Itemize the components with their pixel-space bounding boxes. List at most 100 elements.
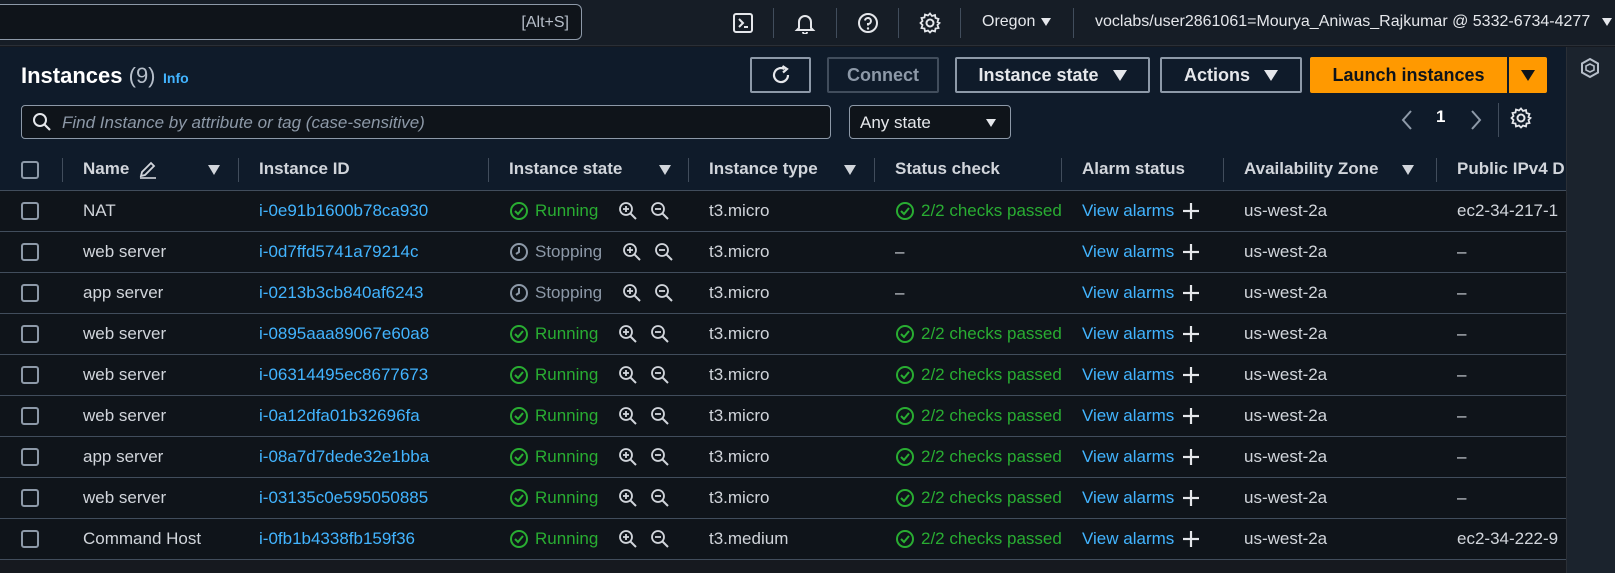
zoom-in-icon[interactable] [622, 283, 642, 303]
instance-id-link[interactable]: i-08a7d7dede32e1bba [239, 436, 489, 478]
zoom-out-icon[interactable] [650, 529, 670, 549]
table-row[interactable]: web server i-0d7ffd5741a79214c Stopping t3.… [0, 231, 1566, 273]
table-row[interactable]: app server i-08a7d7dede32e1bba Running t3.m… [0, 436, 1566, 478]
column-header-public-ipv4[interactable]: Public IPv4 D [1437, 149, 1566, 191]
view-alarms-link[interactable]: View alarms [1082, 365, 1174, 385]
row-checkbox[interactable] [21, 489, 39, 508]
instance-id-link[interactable]: i-0a12dfa01b32696fa [239, 395, 489, 437]
instance-id-link[interactable]: i-06314495ec8677673 [239, 354, 489, 396]
region-selector[interactable]: Oregon [982, 13, 1052, 31]
actions-button[interactable]: Actions [1160, 57, 1302, 93]
add-alarm-plus-icon[interactable] [1182, 243, 1200, 261]
zoom-in-icon[interactable] [618, 447, 638, 467]
row-checkbox[interactable] [21, 530, 39, 549]
add-alarm-plus-icon[interactable] [1182, 530, 1200, 548]
row-checkbox[interactable] [21, 448, 39, 467]
launch-options-dropdown[interactable] [1509, 57, 1547, 93]
sort-icon[interactable] [844, 165, 856, 175]
zoom-out-icon[interactable] [654, 283, 674, 303]
sort-icon[interactable] [1402, 165, 1414, 175]
add-alarm-plus-icon[interactable] [1182, 366, 1200, 384]
launch-instances-button[interactable]: Launch instances [1310, 57, 1507, 93]
view-alarms-link[interactable]: View alarms [1082, 488, 1174, 508]
column-header-alarm-status[interactable]: Alarm status [1062, 149, 1224, 191]
alarm-status-cell: View alarms [1062, 477, 1224, 519]
table-row[interactable]: Command Host i-0fb1b4338fb159f36 Running t3… [0, 518, 1566, 560]
instance-id-link[interactable]: i-0895aaa89067e60a8 [239, 313, 489, 355]
row-checkbox[interactable] [21, 243, 39, 262]
instance-id-link[interactable]: i-0fb1b4338fb159f36 [239, 518, 489, 560]
table-row[interactable]: web server i-03135c0e595050885 Running t3.m… [0, 477, 1566, 519]
edit-pencil-icon [139, 161, 157, 179]
add-alarm-plus-icon[interactable] [1182, 284, 1200, 302]
next-page-icon[interactable] [1466, 105, 1486, 135]
zoom-out-icon[interactable] [650, 324, 670, 344]
column-header-name[interactable]: Name [63, 149, 239, 191]
instance-search-input[interactable]: Find Instance by attribute or tag (case-… [21, 105, 831, 139]
view-alarms-link[interactable]: View alarms [1082, 529, 1174, 549]
zoom-in-icon[interactable] [618, 529, 638, 549]
table-row[interactable]: web server i-0a12dfa01b32696fa Running t3.m… [0, 395, 1566, 437]
zoom-in-icon[interactable] [618, 406, 638, 426]
zoom-in-icon[interactable] [618, 365, 638, 385]
state-filter-select[interactable]: Any state [849, 105, 1011, 139]
column-header-availability-zone[interactable]: Availability Zone [1224, 149, 1437, 191]
view-alarms-link[interactable]: View alarms [1082, 201, 1174, 221]
sort-icon[interactable] [208, 165, 220, 175]
notifications-bell-icon[interactable] [792, 10, 818, 36]
column-header-instance-state[interactable]: Instance state [489, 149, 689, 191]
zoom-out-icon[interactable] [650, 365, 670, 385]
sort-icon[interactable] [659, 165, 671, 175]
instance-id-link[interactable]: i-0e91b1600b78ca930 [239, 190, 489, 232]
table-preferences-gear-icon[interactable] [1510, 107, 1533, 134]
zoom-out-icon[interactable] [650, 447, 670, 467]
info-link[interactable]: Info [163, 70, 189, 86]
zoom-out-icon[interactable] [650, 201, 670, 221]
previous-page-icon[interactable] [1397, 105, 1417, 135]
column-header-instance-type[interactable]: Instance type [689, 149, 875, 191]
view-alarms-link[interactable]: View alarms [1082, 283, 1174, 303]
instance-id-link[interactable]: i-0213b3cb840af6243 [239, 272, 489, 314]
add-alarm-plus-icon[interactable] [1182, 489, 1200, 507]
add-alarm-plus-icon[interactable] [1182, 202, 1200, 220]
row-checkbox[interactable] [21, 325, 39, 344]
settings-gear-icon[interactable] [917, 10, 943, 36]
instance-id-link[interactable]: i-0d7ffd5741a79214c [239, 231, 489, 273]
zoom-out-icon[interactable] [650, 406, 670, 426]
table-row[interactable]: NAT i-0e91b1600b78ca930 Running t3.micro 2/2… [0, 190, 1566, 232]
connect-button[interactable]: Connect [827, 57, 939, 93]
cube-panel-icon[interactable] [1579, 57, 1601, 84]
view-alarms-link[interactable]: View alarms [1082, 324, 1174, 344]
zoom-out-icon[interactable] [650, 488, 670, 508]
row-checkbox[interactable] [21, 284, 39, 303]
row-checkbox[interactable] [21, 202, 39, 221]
instance-id-link[interactable]: i-03135c0e595050885 [239, 477, 489, 519]
column-header-status-check[interactable]: Status check [875, 149, 1062, 191]
view-alarms-link[interactable]: View alarms [1082, 406, 1174, 426]
global-search-input[interactable]: [Alt+S] [0, 4, 582, 40]
column-header-instance-id[interactable]: Instance ID [239, 149, 489, 191]
row-checkbox[interactable] [21, 366, 39, 385]
table-row[interactable]: web server i-06314495ec8677673 Running t3.m… [0, 354, 1566, 396]
instance-state-button[interactable]: Instance state [955, 57, 1150, 93]
zoom-in-icon[interactable] [618, 488, 638, 508]
view-alarms-link[interactable]: View alarms [1082, 242, 1174, 262]
account-menu[interactable]: voclabs/user2861061=Mourya_Aniwas_Rajkum… [1095, 13, 1613, 31]
zoom-in-icon[interactable] [618, 324, 638, 344]
select-all-checkbox[interactable] [21, 160, 39, 179]
table-row[interactable]: app server i-0213b3cb840af6243 Stopping t3.… [0, 272, 1566, 314]
current-page-number[interactable]: 1 [1436, 107, 1445, 127]
row-checkbox[interactable] [21, 407, 39, 426]
table-row[interactable]: web server i-0895aaa89067e60a8 Running t3.m… [0, 313, 1566, 355]
row-select-cell [0, 395, 63, 437]
cloudshell-icon[interactable] [730, 10, 756, 36]
add-alarm-plus-icon[interactable] [1182, 325, 1200, 343]
zoom-in-icon[interactable] [618, 201, 638, 221]
add-alarm-plus-icon[interactable] [1182, 448, 1200, 466]
zoom-in-icon[interactable] [622, 242, 642, 262]
zoom-out-icon[interactable] [654, 242, 674, 262]
help-icon[interactable] [855, 10, 881, 36]
view-alarms-link[interactable]: View alarms [1082, 447, 1174, 467]
add-alarm-plus-icon[interactable] [1182, 407, 1200, 425]
refresh-button[interactable] [750, 57, 811, 93]
